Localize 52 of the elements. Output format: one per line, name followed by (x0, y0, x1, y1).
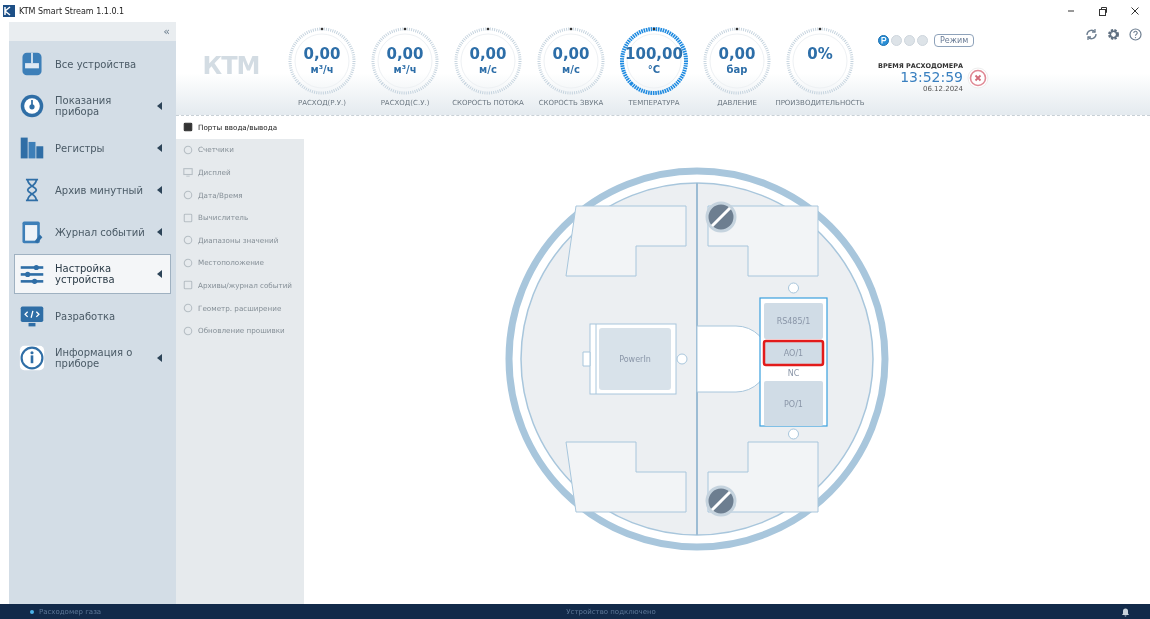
disconnect-icon[interactable] (967, 66, 989, 89)
code-icon (19, 303, 45, 329)
sync-icon[interactable] (1085, 28, 1098, 41)
gauge-value: 0% (806, 45, 834, 63)
gauge-unit: м³/ч (392, 64, 418, 75)
gauge-unit: °C (646, 64, 662, 75)
help-icon[interactable] (1129, 28, 1142, 41)
gauge-unit: бар (725, 64, 749, 75)
bell-icon[interactable] (1121, 606, 1130, 617)
sidebar-item[interactable]: Архив минутный (14, 170, 171, 210)
grid-icon (19, 135, 45, 161)
sidebar-item[interactable]: Регистры (14, 128, 171, 168)
sidebar-item[interactable]: Настройка устройства (14, 254, 171, 294)
caret-icon (157, 144, 162, 152)
devices-icon (19, 51, 45, 77)
sidebar-item[interactable]: Журнал событий (14, 212, 171, 252)
sidebar-item[interactable]: Показания прибора (14, 86, 171, 126)
sidebar-item[interactable]: Разработка (14, 296, 171, 336)
gauge-value: 0,00 (717, 45, 757, 63)
clipboard-icon (19, 219, 45, 245)
monitor-icon (183, 167, 193, 178)
gauge-unit: м/с (561, 64, 581, 75)
screw-icon (705, 201, 737, 233)
settings-icon[interactable] (1107, 28, 1120, 41)
caret-icon (157, 186, 162, 194)
gauge-icon (19, 93, 45, 119)
gauge-value: 100,00 (624, 45, 684, 63)
gauge-value: 0,00 (468, 45, 508, 63)
caret-icon (157, 270, 162, 278)
gauge-unit: м³/ч (309, 64, 335, 75)
gauge-value: 0,00 (385, 45, 425, 63)
window-title: KTM Smart Stream 1.1.0.1 (19, 6, 125, 16)
sidebar-item[interactable]: Все устройства (14, 44, 171, 84)
port-label: NC (787, 369, 800, 378)
screw-icon (705, 485, 737, 517)
mode-button[interactable]: Режим (934, 34, 975, 47)
info-icon (19, 345, 45, 371)
caret-icon (157, 228, 162, 236)
gauge-value: 0,00 (302, 45, 342, 63)
port-slot[interactable]: RS485/1 (764, 303, 823, 339)
sidebar-item[interactable]: Информация о приборе (14, 338, 171, 378)
gauge-value: 0,00 (551, 45, 591, 63)
status-dot (30, 609, 34, 614)
caret-icon (157, 354, 162, 362)
port-slot[interactable]: AO/1 (762, 339, 825, 367)
device-time: 13:52:59 (900, 70, 963, 85)
gauge-unit: м/с (478, 64, 498, 75)
app-logo-icon (3, 5, 15, 17)
restore-icon[interactable] (1096, 4, 1110, 18)
collapse-button[interactable]: « (163, 25, 170, 38)
port-slot[interactable]: PO/1 (764, 381, 823, 426)
caret-icon (157, 102, 162, 110)
